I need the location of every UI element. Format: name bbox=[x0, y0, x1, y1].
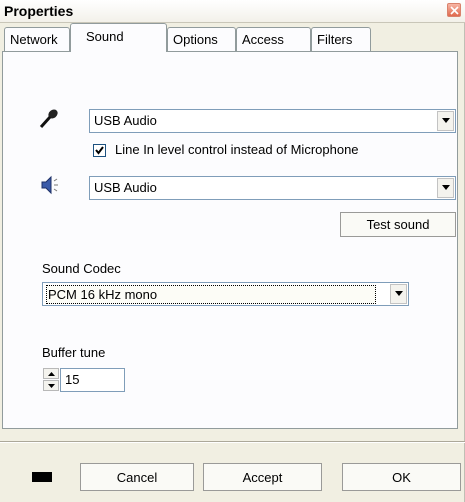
speaker-device-value: USB Audio bbox=[94, 180, 157, 195]
ok-button[interactable]: OK bbox=[342, 463, 461, 491]
microphone-device-value: USB Audio bbox=[94, 113, 157, 128]
line-in-checkbox-label[interactable]: Line In level control instead of Microph… bbox=[115, 142, 359, 157]
close-button[interactable] bbox=[447, 3, 461, 17]
window-title: Properties bbox=[4, 3, 74, 19]
accept-label: Accept bbox=[242, 470, 283, 485]
tab-access[interactable]: Access bbox=[236, 27, 311, 51]
spin-up-button[interactable] bbox=[43, 368, 59, 379]
tab-network[interactable]: Network bbox=[4, 27, 70, 51]
tab-access-label: Access bbox=[242, 32, 284, 47]
spin-up-icon bbox=[48, 372, 55, 376]
tab-options-label: Options bbox=[173, 32, 218, 47]
sound-codec-select[interactable]: PCM 16 kHz mono bbox=[42, 282, 409, 306]
cancel-label: Cancel bbox=[116, 470, 158, 485]
tab-sound[interactable]: Sound bbox=[70, 23, 167, 52]
microphone-dropdown-button[interactable] bbox=[437, 111, 454, 131]
dropdown-arrow-icon bbox=[395, 291, 403, 296]
close-icon bbox=[450, 6, 459, 15]
buffer-tune-label: Buffer tune bbox=[42, 345, 106, 360]
ok-label: OK bbox=[392, 470, 411, 485]
color-swatch bbox=[32, 472, 52, 482]
test-sound-label: Test sound bbox=[366, 217, 430, 232]
dropdown-arrow-icon bbox=[442, 185, 450, 190]
checkmark-icon bbox=[95, 146, 104, 155]
test-sound-button[interactable]: Test sound bbox=[340, 212, 456, 237]
tab-network-label: Network bbox=[10, 32, 58, 47]
microphone-device-select[interactable]: USB Audio bbox=[89, 109, 456, 133]
tab-sound-label: Sound bbox=[86, 29, 124, 44]
properties-dialog: Properties Network Sound Options Access … bbox=[0, 0, 465, 502]
sound-codec-label: Sound Codec bbox=[42, 261, 121, 276]
speaker-icon bbox=[41, 175, 58, 195]
accept-button[interactable]: Accept bbox=[203, 463, 322, 491]
tab-filters[interactable]: Filters bbox=[311, 27, 371, 51]
cancel-button[interactable]: Cancel bbox=[80, 463, 194, 491]
dropdown-arrow-icon bbox=[442, 118, 450, 123]
footer-separator bbox=[0, 441, 465, 443]
title-bar[interactable]: Properties bbox=[0, 0, 465, 23]
sound-codec-value: PCM 16 kHz mono bbox=[46, 285, 376, 304]
spin-down-icon bbox=[48, 384, 55, 388]
spin-down-button[interactable] bbox=[43, 380, 59, 391]
codec-dropdown-button[interactable] bbox=[390, 284, 407, 304]
line-in-checkbox[interactable] bbox=[93, 144, 106, 157]
tab-options[interactable]: Options bbox=[167, 27, 236, 51]
speaker-device-select[interactable]: USB Audio bbox=[89, 176, 456, 200]
buffer-tune-value: 15 bbox=[65, 372, 80, 387]
microphone-icon bbox=[39, 109, 58, 129]
buffer-spinner[interactable] bbox=[43, 368, 59, 392]
buffer-tune-input[interactable]: 15 bbox=[60, 368, 125, 392]
speaker-dropdown-button[interactable] bbox=[437, 178, 454, 198]
tab-filters-label: Filters bbox=[317, 32, 353, 47]
